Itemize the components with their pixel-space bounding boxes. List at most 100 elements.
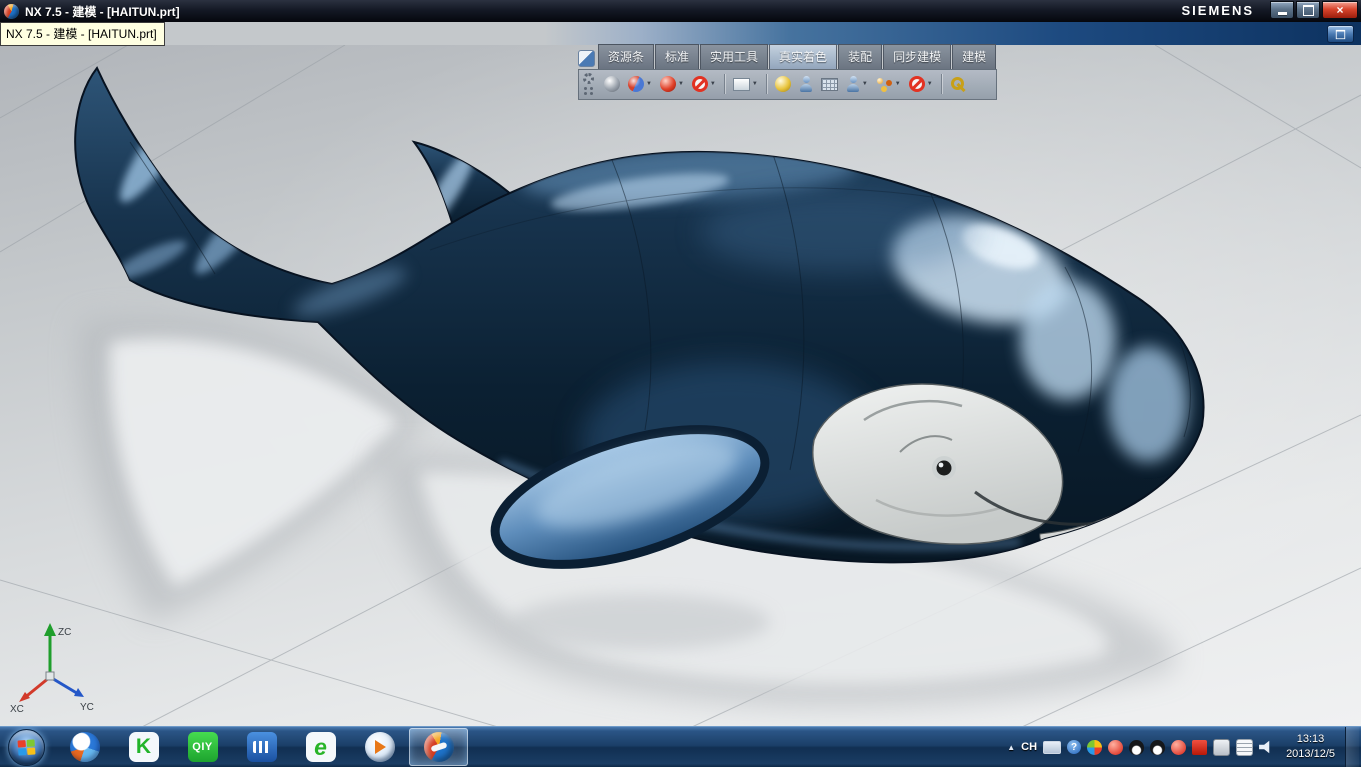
system-tray: ▲ CH ? 13:13 2013/12/5: [1007, 727, 1361, 767]
maximize-button[interactable]: [1296, 1, 1320, 19]
keyboard-icon[interactable]: [1043, 740, 1062, 754]
wrench-button[interactable]: [947, 74, 969, 94]
shaded-sphere-icon: [604, 76, 620, 92]
tab-utility-tools[interactable]: 实用工具: [700, 44, 769, 69]
disable-button[interactable]: ▼: [906, 74, 936, 94]
clock-date: 2013/12/5: [1286, 748, 1335, 760]
nx-taskbar-icon: [423, 732, 454, 762]
triad-y-label: YC: [80, 702, 94, 713]
dropdown-caret[interactable]: ▼: [678, 81, 684, 87]
dropdown-caret[interactable]: ▼: [752, 81, 758, 87]
dropdown-caret[interactable]: ▼: [710, 81, 716, 87]
menubar-strip: [0, 22, 1361, 45]
iqiyi-icon: QIY: [187, 732, 218, 762]
person-icon: [799, 76, 813, 92]
help-icon[interactable]: ?: [1067, 740, 1082, 754]
windows-flag-icon: [17, 738, 36, 756]
taskbar-app-player[interactable]: [350, 728, 409, 766]
dropdown-caret[interactable]: ▼: [927, 81, 933, 87]
toolbar-tab-row: 资源条 标准 实用工具 真实着色 装配 同步建模 建模: [578, 44, 997, 69]
dropdown-caret[interactable]: ▼: [646, 81, 652, 87]
taskbar-app-iqiyi[interactable]: QIY: [173, 728, 232, 766]
taskbar-app-video[interactable]: [232, 728, 291, 766]
restore-icon: [1335, 29, 1346, 39]
flag-icon[interactable]: [1192, 739, 1208, 755]
antivirus-icon[interactable]: [1108, 739, 1124, 755]
tab-resource-bar[interactable]: 资源条: [598, 44, 655, 69]
browser-ball-icon: [69, 732, 100, 762]
wrench-icon: [950, 76, 966, 92]
minimize-button[interactable]: [1270, 1, 1294, 19]
qq-icon-2[interactable]: [1150, 739, 1166, 755]
nx-app-icon[interactable]: [4, 3, 19, 19]
shaded-display-button[interactable]: [601, 74, 623, 94]
notepad-icon[interactable]: [1236, 738, 1254, 756]
drag-handle[interactable]: [583, 87, 594, 95]
minimize-icon: [1277, 12, 1287, 15]
gear-icon[interactable]: [583, 73, 594, 84]
media-player-icon: [364, 732, 395, 762]
kugou-icon: K: [128, 732, 159, 762]
close-button[interactable]: ×: [1322, 1, 1358, 19]
taskbar-app-kugou[interactable]: K: [114, 728, 173, 766]
toolbar-options: [583, 73, 594, 95]
green-e-icon: e: [305, 732, 336, 762]
taskbar-app-nx[interactable]: [409, 728, 468, 766]
qq-icon[interactable]: [1129, 739, 1145, 755]
child-restore-button[interactable]: [1327, 25, 1354, 43]
taskbar-app-e-browser[interactable]: e: [291, 728, 350, 766]
person-pose-icon: [846, 76, 860, 92]
color-wheel-icon[interactable]: [1087, 739, 1103, 755]
art-sphere-icon: [774, 76, 791, 92]
triad-x-label: XC: [10, 704, 24, 715]
printer-icon[interactable]: [1213, 738, 1231, 756]
hidden-icons-button[interactable]: ▲: [1007, 743, 1015, 752]
show-desktop-button[interactable]: [1345, 727, 1359, 767]
pinned-apps: K QIY e: [55, 727, 468, 767]
desktop: NX 7.5 - 建模 - [HAITUN.prt] SIEMENS × ZC …: [0, 0, 1361, 767]
download-icon[interactable]: [1171, 739, 1187, 755]
shading-toolbar: 资源条 标准 实用工具 真实着色 装配 同步建模 建模 ▼ ▼ ▼ ▼ ▼ ▼: [578, 44, 998, 100]
separator: [765, 74, 767, 94]
volume-icon[interactable]: [1259, 740, 1270, 754]
tab-synchronous-modeling[interactable]: 同步建模: [883, 44, 952, 69]
toolbar-icon-row: ▼ ▼ ▼ ▼ ▼ ▼ ▼: [578, 69, 998, 100]
window-title: NX 7.5 - 建模 - [HAITUN.prt]: [25, 4, 180, 19]
partial-shade-button[interactable]: ▼: [625, 74, 655, 94]
no-entry-icon: [691, 76, 708, 92]
true-shading-person-button[interactable]: [796, 74, 816, 94]
tab-standard[interactable]: 标准: [655, 44, 700, 69]
sphere-group-button[interactable]: ▼: [873, 75, 904, 94]
language-indicator[interactable]: CH: [1021, 741, 1037, 753]
mesh-grid-icon: [820, 77, 838, 91]
model-canvas[interactable]: [0, 45, 1361, 727]
dropdown-caret[interactable]: ▼: [862, 81, 868, 87]
mesh-quality-button[interactable]: [818, 76, 841, 93]
titlebar-tooltip: NX 7.5 - 建模 - [HAITUN.prt]: [0, 22, 165, 46]
tab-assemblies[interactable]: 装配: [838, 44, 883, 69]
video-player-icon: [246, 732, 277, 762]
wcs-triad[interactable]: ZC XC YC: [8, 615, 98, 715]
graphics-window[interactable]: ZC XC YC: [0, 45, 1361, 727]
half-shaded-sphere-icon: [628, 76, 644, 92]
red-sphere-icon: [659, 76, 676, 92]
taskbar-app-browser[interactable]: [55, 728, 114, 766]
no-entry-icon: [908, 76, 925, 92]
titlebar: NX 7.5 - 建模 - [HAITUN.prt] SIEMENS ×: [0, 0, 1361, 22]
taskbar: K QIY e ▲ CH ? 13:13 2013/12/5: [0, 726, 1361, 767]
dropdown-caret[interactable]: ▼: [895, 81, 901, 87]
clock-time: 13:13: [1296, 733, 1325, 746]
taskbar-clock[interactable]: 13:13 2013/12/5: [1286, 732, 1335, 762]
siemens-logo: SIEMENS: [1181, 3, 1254, 18]
no-shade-button[interactable]: ▼: [689, 74, 719, 94]
start-button[interactable]: [8, 728, 45, 766]
tab-true-shading[interactable]: 真实着色: [769, 44, 838, 69]
red-shade-button[interactable]: ▼: [657, 74, 687, 94]
separator: [723, 74, 725, 94]
maximize-icon: [1302, 4, 1314, 16]
tab-modeling[interactable]: 建模: [952, 44, 997, 69]
art-shade-button[interactable]: [772, 74, 794, 94]
person-pose-button[interactable]: ▼: [843, 74, 871, 94]
face-analysis-button[interactable]: ▼: [730, 76, 761, 93]
toolbar-badge-icon: [578, 50, 595, 67]
